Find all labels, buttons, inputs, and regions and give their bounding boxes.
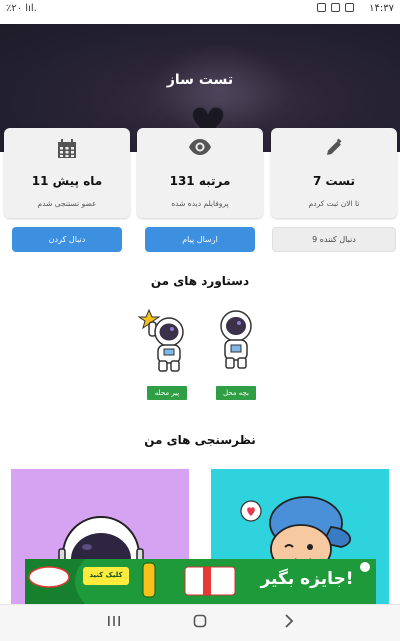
stat-value: 11 ماه پیش (31, 174, 103, 188)
stat-value: 7 تست (313, 174, 355, 188)
stat-value: 131 مرتبه (169, 174, 231, 188)
stat-card-tests: 7 تست تا الان ثبت کردم (271, 128, 397, 218)
achievements-title: دستاورد های من (150, 274, 250, 288)
achievement-label: بچه محل (216, 386, 256, 400)
followers-count-button[interactable]: 9 دنبال کننده (272, 227, 396, 252)
profile-name: تست ساز (166, 72, 234, 88)
calendar-icon (58, 139, 76, 158)
battery-signal-text: ٪۲۰ lıl. (6, 3, 37, 14)
polls-title: نظرسنجی های من (144, 433, 256, 447)
achievement-item[interactable]: بچه محل (214, 308, 274, 400)
pencil-icon (327, 138, 342, 155)
achievement-label: پیر محله (147, 386, 187, 400)
home-icon[interactable] (192, 613, 208, 629)
status-icons (317, 3, 354, 12)
eye-icon (189, 139, 211, 155)
stat-card-views: 131 مرتبه پروفایلم دیده شده (137, 128, 263, 218)
stat-caption: تا الان ثبت کردم (308, 199, 360, 208)
system-navigation-bar (0, 604, 400, 641)
achievement-item[interactable]: پیر محله (137, 308, 197, 400)
ad-headline: جایزه بگیر! (260, 569, 354, 589)
notification-icon (317, 3, 326, 12)
follow-button[interactable]: دنبال کردن (12, 227, 122, 252)
send-message-button[interactable]: ارسال پیام (145, 227, 255, 252)
ad-cta[interactable]: کلیک کنید (83, 571, 129, 579)
stat-caption: عضو تستنجی شدم (37, 199, 97, 208)
astronaut-star-badge-icon (137, 308, 184, 372)
clock: ۱۴:۳۷ (369, 3, 394, 14)
app-icon (345, 3, 354, 12)
recent-apps-icon[interactable] (106, 613, 122, 629)
shield-icon (331, 3, 340, 12)
back-icon[interactable] (280, 613, 296, 629)
ad-banner[interactable]: کلیک کنید جایزه بگیر! (25, 559, 376, 604)
astronaut-badge-icon (220, 310, 252, 369)
stat-caption: پروفایلم دیده شده (171, 199, 229, 208)
stat-card-joined: 11 ماه پیش عضو تستنجی شدم (4, 128, 130, 218)
status-bar: ٪۲۰ lıl. ۱۴:۳۷ (0, 0, 400, 18)
